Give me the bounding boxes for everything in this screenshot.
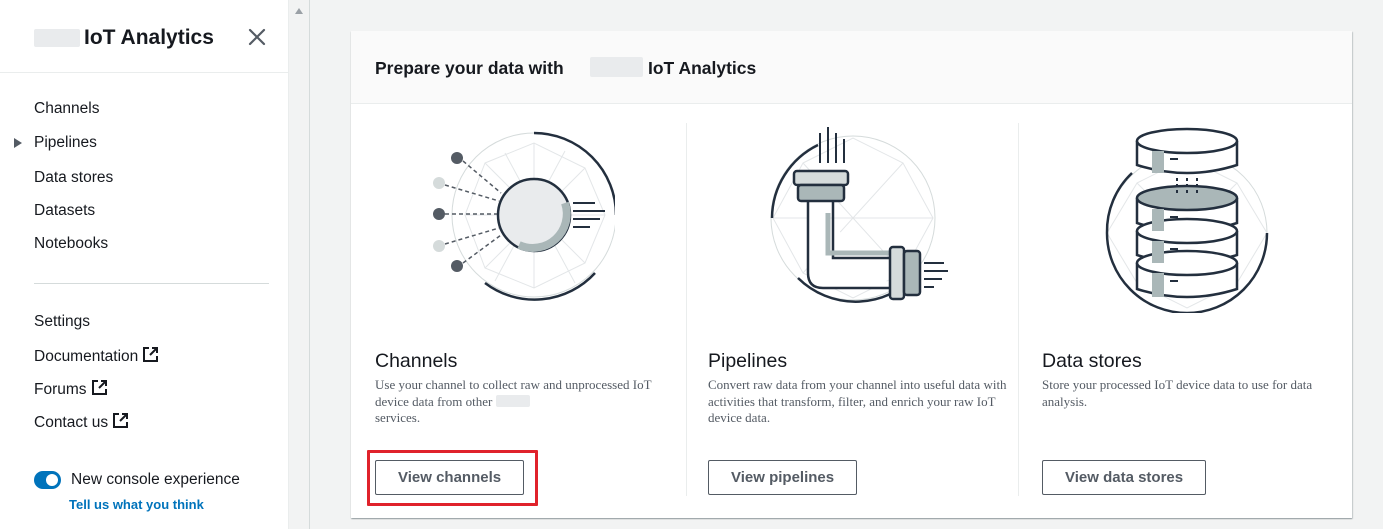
sidebar-item-settings[interactable]: Settings [34, 313, 90, 331]
view-data-stores-button[interactable]: View data stores [1042, 460, 1207, 495]
side-navigation: IoT Analytics Channels Pipelines Data st… [0, 0, 289, 529]
card-header: Prepare your data with IoT Analytics [351, 31, 1352, 104]
redacted-brand [34, 29, 80, 47]
redacted-brand [590, 57, 643, 77]
documentation-label: Documentation [34, 348, 139, 365]
sidebar-item-notebooks[interactable]: Notebooks [34, 235, 108, 253]
data-stores-column: Data stores Store your processed IoT dev… [1042, 123, 1352, 503]
scroll-up-arrow-icon[interactable] [295, 8, 303, 14]
view-channels-button[interactable]: View channels [375, 460, 525, 495]
pipelines-description: Convert raw data from your channel into … [708, 377, 1007, 425]
external-link-icon [143, 347, 159, 362]
toggle-label: New console experience [71, 471, 240, 488]
sidebar-title[interactable]: IoT Analytics [84, 26, 214, 50]
feedback-link[interactable]: Tell us what you think [69, 497, 204, 512]
pipelines-illustration-icon [770, 127, 948, 303]
column-divider [686, 123, 687, 496]
new-console-toggle[interactable] [34, 471, 61, 489]
sidebar-item-datasets[interactable]: Datasets [34, 202, 95, 220]
sidebar-item-channels[interactable]: Channels [34, 100, 100, 118]
card-title: Prepare your data with [375, 58, 564, 78]
scrollbar[interactable] [289, 0, 310, 529]
pipelines-heading: Pipelines [708, 350, 788, 372]
external-link-icon [113, 413, 129, 428]
sidebar-item-documentation[interactable]: Documentation [34, 346, 159, 366]
sidebar-item-contact-us[interactable]: Contact us [34, 412, 129, 432]
channels-description: Use your channel to collect raw and unpr… [375, 377, 675, 427]
channels-heading: Channels [375, 350, 458, 372]
redacted-brand [495, 394, 530, 407]
external-link-icon [91, 380, 107, 395]
sidebar-item-pipelines[interactable]: Pipelines [34, 134, 97, 152]
column-divider [1018, 123, 1019, 496]
channels-column: Channels Use your channel to collect raw… [375, 123, 685, 503]
pipelines-column: Pipelines Convert raw data from your cha… [708, 123, 1018, 503]
data-stores-illustration-icon [1105, 127, 1269, 313]
prepare-data-container: Prepare your data with IoT Analytics Cha… [351, 31, 1352, 518]
view-pipelines-button[interactable]: View pipelines [708, 460, 858, 495]
close-icon[interactable] [246, 26, 268, 48]
card-title-suffix: IoT Analytics [648, 58, 757, 78]
data-stores-heading: Data stores [1042, 350, 1142, 372]
sidebar-item-forums[interactable]: Forums [34, 379, 108, 399]
toggle-knob [46, 474, 58, 486]
sidebar-divider [34, 283, 269, 284]
channels-description-tail: services. [375, 410, 421, 425]
data-stores-description: Store your processed IoT device data to … [1042, 377, 1313, 409]
sidebar-item-data-stores[interactable]: Data stores [34, 169, 113, 187]
caret-right-icon[interactable] [13, 137, 23, 149]
sidebar-header: IoT Analytics [0, 0, 289, 73]
channels-illustration-icon [433, 131, 615, 301]
forums-label: Forums [34, 381, 87, 398]
contact-us-label: Contact us [34, 414, 109, 431]
